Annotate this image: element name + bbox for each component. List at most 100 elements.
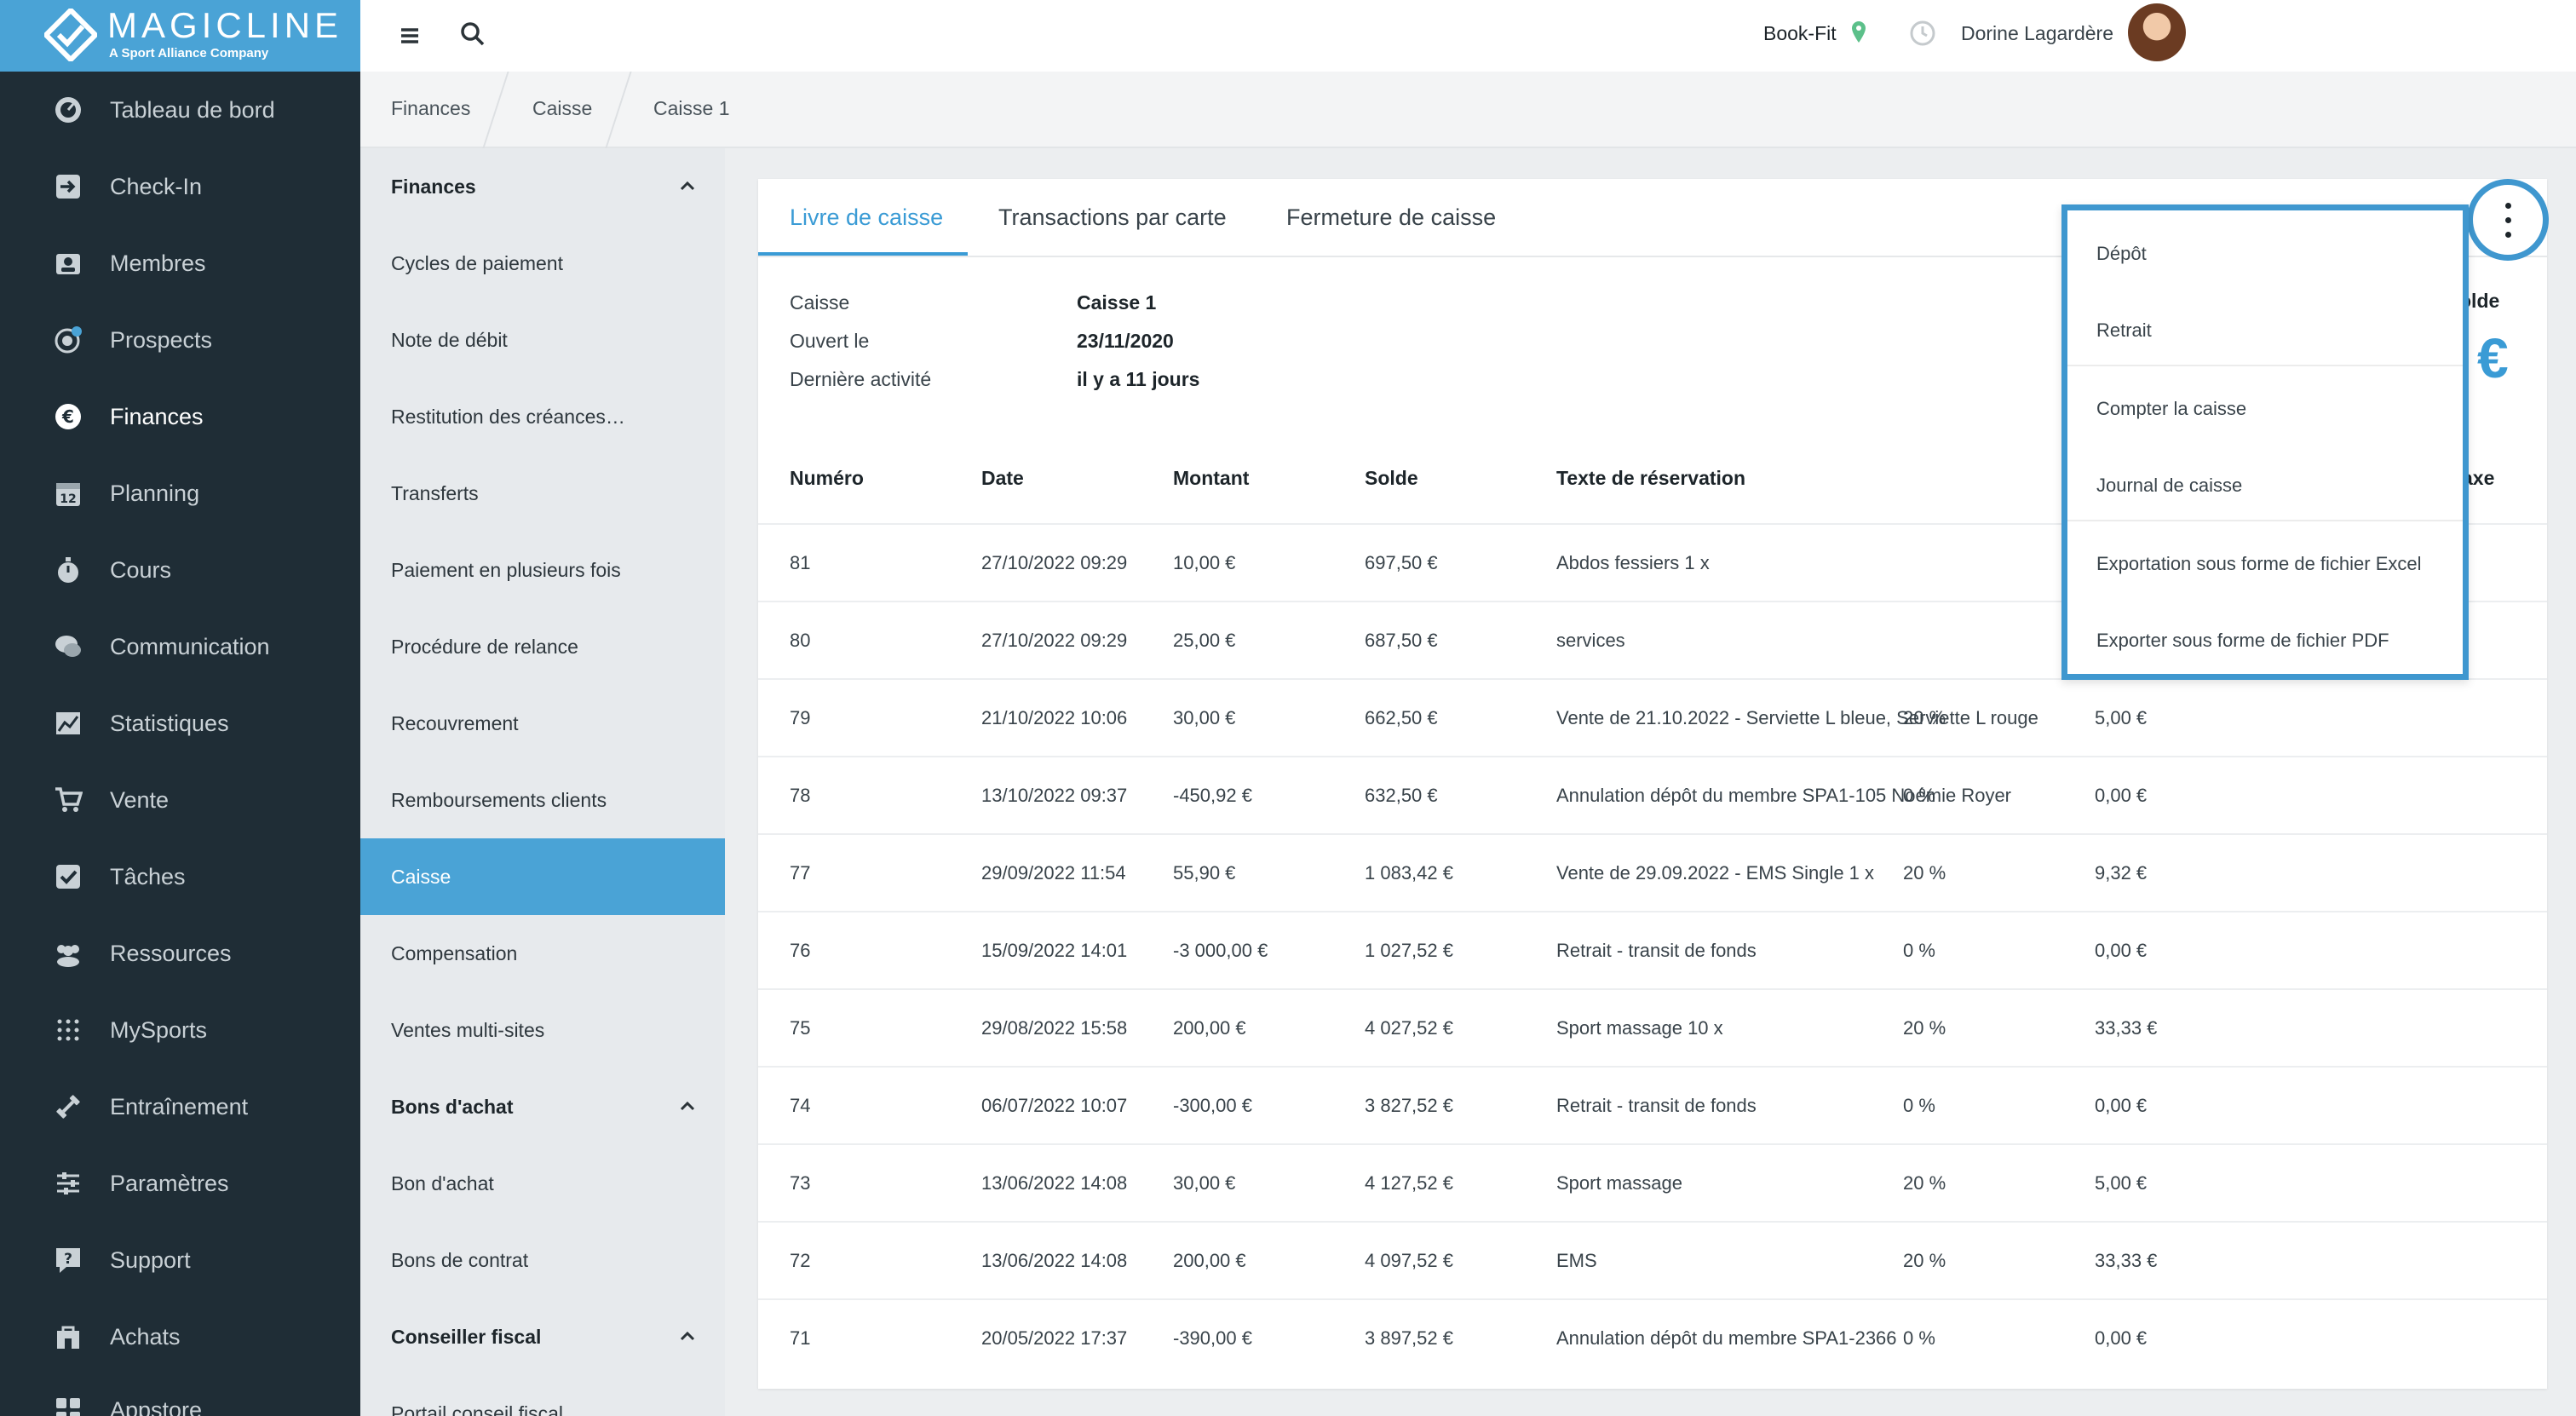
submenu-item-cycles-de-paiement[interactable]: Cycles de paiement [360, 225, 725, 302]
submenu-item-ventes-multi-sites[interactable]: Ventes multi-sites [360, 992, 725, 1068]
nav-item-ressources[interactable]: Ressources [0, 915, 360, 992]
submenu-item-recouvrement[interactable]: Recouvrement [360, 685, 725, 762]
user-name[interactable]: Dorine Lagardère [1961, 22, 2113, 45]
hamburger-menu-icon[interactable] [394, 20, 425, 51]
cell-texte: Annulation dépôt du membre SPA1-2366 [1556, 1327, 1897, 1349]
brand-tagline: A Sport Alliance Company [109, 46, 269, 60]
submenu-label: Finances [391, 175, 476, 198]
table-row[interactable]: 77 29/09/2022 11:54 55,90 € 1 083,42 € Vente… [758, 833, 2547, 911]
nav-label: Appstore [110, 1396, 203, 1416]
submenu-section-conseiller-fiscal[interactable]: Conseiller fiscal [360, 1298, 725, 1375]
nav-item-finances[interactable]: € Finances [0, 378, 360, 455]
nav-item-achats[interactable]: Achats [0, 1298, 360, 1375]
cell-montant: -390,00 € [1173, 1327, 1252, 1349]
submenu-item-caisse[interactable]: Caisse [360, 838, 725, 915]
cell-tva: 20 % [1903, 1017, 1946, 1039]
nav-label: Planning [110, 480, 200, 506]
svg-text:€: € [61, 406, 74, 427]
menu-item-compter-la-caisse[interactable]: Compter la caisse [2067, 366, 2463, 442]
submenu-section-finances[interactable]: Finances [360, 148, 725, 225]
brand-logo[interactable]: MAGICLINE A Sport Alliance Company [0, 0, 360, 72]
cell-tva: 0 % [1903, 940, 1935, 961]
submenu-label: Restitution des créances… [391, 405, 625, 428]
table-row[interactable]: 75 29/08/2022 15:58 200,00 € 4 027,52 € Spor… [758, 988, 2547, 1066]
cell-montant: -3 000,00 € [1173, 940, 1268, 961]
menu-item-export-excel[interactable]: Exportation sous forme de fichier Excel [2067, 521, 2463, 597]
col-header-solde[interactable]: Solde [1365, 467, 1418, 490]
submenu-item-restitution[interactable]: Restitution des créances… [360, 378, 725, 455]
submenu-item-paiement-plusieurs-fois[interactable]: Paiement en plusieurs fois [360, 532, 725, 608]
nav-item-membres[interactable]: Membres [0, 225, 360, 302]
menu-item-retrait[interactable]: Retrait [2067, 287, 2463, 364]
table-row[interactable]: 73 13/06/2022 14:08 30,00 € 4 127,52 € Sport… [758, 1143, 2547, 1221]
table-row[interactable]: 78 13/10/2022 09:37 -450,92 € 632,50 € Annul… [758, 756, 2547, 833]
submenu-section-bons-dachat[interactable]: Bons d'achat [360, 1068, 725, 1145]
table-row[interactable]: 71 20/05/2022 17:37 -390,00 € 3 897,52 € Ann… [758, 1298, 2547, 1376]
nav-label: Support [110, 1246, 191, 1273]
submenu-item-bons-de-contrat[interactable]: Bons de contrat [360, 1222, 725, 1298]
nav-item-check-in[interactable]: Check-In [0, 148, 360, 225]
submenu-item-note-de-debit[interactable]: Note de débit [360, 302, 725, 378]
cell-numero: 75 [790, 1017, 811, 1039]
group-icon [53, 938, 83, 969]
caisse-value: Caisse 1 [1077, 291, 1157, 314]
submenu-label: Recouvrement [391, 711, 519, 734]
table-row[interactable]: 74 06/07/2022 10:07 -300,00 € 3 827,52 € Ret… [758, 1066, 2547, 1143]
kebab-dot [2505, 232, 2511, 238]
tab-transactions-par-carte[interactable]: Transactions par carte [998, 204, 1227, 231]
more-options-button[interactable] [2467, 179, 2549, 261]
table-row[interactable]: 76 15/09/2022 14:01 -3 000,00 € 1 027,52 € R… [758, 911, 2547, 988]
nav-item-prospects[interactable]: Prospects [0, 302, 360, 378]
search-icon[interactable] [457, 19, 488, 49]
nav-item-appstore[interactable]: Appstore [0, 1372, 360, 1416]
cell-solde: 4 097,52 € [1365, 1250, 1453, 1271]
nav-label: MySports [110, 1016, 208, 1043]
top-header [360, 0, 2576, 72]
submenu-item-transferts[interactable]: Transferts [360, 455, 725, 532]
cell-solde: 697,50 € [1365, 552, 1438, 573]
cell-numero: 81 [790, 552, 811, 573]
submenu-item-compensation[interactable]: Compensation [360, 915, 725, 992]
nav-item-taches[interactable]: Tâches [0, 838, 360, 915]
menu-item-export-pdf[interactable]: Exporter sous forme de fichier PDF [2067, 597, 2463, 674]
nav-item-vente[interactable]: Vente [0, 762, 360, 838]
nav-item-planning[interactable]: 12 Planning [0, 455, 360, 532]
nav-item-communication[interactable]: Communication [0, 608, 360, 685]
breadcrumb-caisse[interactable]: Caisse [532, 97, 592, 120]
table-row[interactable]: 72 13/06/2022 14:08 200,00 € 4 097,52 € EMS 2… [758, 1221, 2547, 1298]
nav-label: Membres [110, 250, 206, 276]
submenu-item-remboursements-clients[interactable]: Remboursements clients [360, 762, 725, 838]
menu-item-label: Journal de caisse [2096, 475, 2243, 496]
clock-icon[interactable] [1908, 19, 1937, 48]
tab-livre-de-caisse[interactable]: Livre de caisse [790, 204, 943, 231]
table-row[interactable]: 79 21/10/2022 10:06 30,00 € 662,50 € Vente d… [758, 678, 2547, 756]
cell-solde: 3 897,52 € [1365, 1327, 1453, 1349]
submenu-item-portail-conseil-fiscal[interactable]: Portail conseil fiscal [360, 1375, 725, 1416]
cell-texte: Retrait - transit de fonds [1556, 940, 1757, 961]
avatar[interactable] [2128, 3, 2186, 61]
nav-item-cours[interactable]: Cours [0, 532, 360, 608]
menu-item-depot[interactable]: Dépôt [2067, 210, 2463, 287]
submenu-item-procedure-de-relance[interactable]: Procédure de relance [360, 608, 725, 685]
nav-label: Check-In [110, 173, 203, 199]
nav-item-entrainement[interactable]: Entraînement [0, 1068, 360, 1145]
nav-label: Paramètres [110, 1170, 229, 1196]
nav-item-parametres[interactable]: Paramètres [0, 1145, 360, 1222]
nav-item-mysports[interactable]: MySports [0, 992, 360, 1068]
stopwatch-icon [53, 555, 83, 585]
nav-item-statistiques[interactable]: Statistiques [0, 685, 360, 762]
breadcrumb-finances[interactable]: Finances [391, 97, 470, 120]
tab-fermeture-de-caisse[interactable]: Fermeture de caisse [1286, 204, 1496, 231]
nav-item-tableau-de-bord[interactable]: Tableau de bord [0, 72, 360, 148]
nav-item-support[interactable]: ? Support [0, 1222, 360, 1298]
cell-montant: 200,00 € [1173, 1250, 1246, 1271]
col-header-montant[interactable]: Montant [1173, 467, 1249, 490]
cell-texte: Sport massage 10 x [1556, 1017, 1723, 1039]
menu-item-journal-de-caisse[interactable]: Journal de caisse [2067, 442, 2463, 519]
club-name[interactable]: Book-Fit [1763, 22, 1837, 45]
submenu-item-bon-dachat[interactable]: Bon d'achat [360, 1145, 725, 1222]
col-header-texte[interactable]: Texte de réservation [1556, 467, 1745, 490]
col-header-date[interactable]: Date [981, 467, 1024, 490]
members-icon [53, 248, 83, 279]
col-header-numero[interactable]: Numéro [790, 467, 864, 490]
